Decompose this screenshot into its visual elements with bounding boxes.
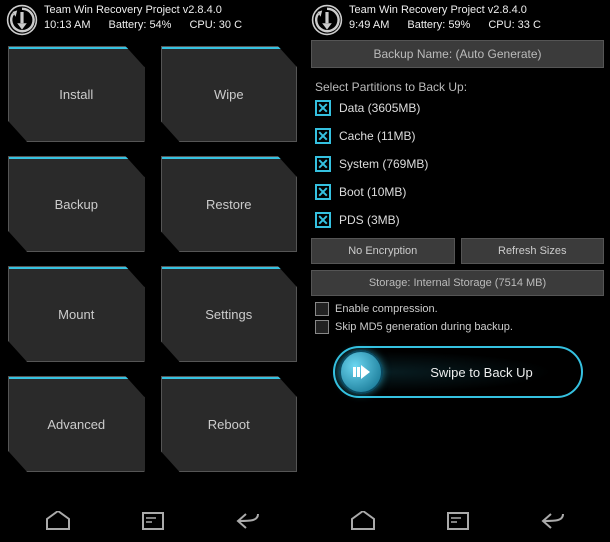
- checkbox-icon: ✕: [315, 212, 331, 228]
- header-info: Team Win Recovery Project v2.8.4.0 10:13…: [44, 4, 299, 31]
- option-label: Enable compression.: [335, 303, 438, 315]
- swipe-handle-icon: [339, 350, 383, 394]
- tile-label: Install: [59, 87, 93, 102]
- header-battery: Battery: 59%: [407, 19, 470, 31]
- checkbox-icon: [315, 320, 329, 334]
- partition-label: Cache (11MB): [339, 129, 415, 143]
- header-title: Team Win Recovery Project v2.8.4.0: [349, 4, 604, 16]
- home-icon[interactable]: [343, 505, 383, 537]
- tile-restore[interactable]: Restore: [161, 156, 298, 252]
- header-time: 10:13 AM: [44, 19, 90, 31]
- partition-label: Boot (10MB): [339, 185, 406, 199]
- partition-checkbox-pds[interactable]: ✕ PDS (3MB): [315, 212, 600, 228]
- options: Enable compression. Skip MD5 generation …: [305, 300, 610, 336]
- tile-settings[interactable]: Settings: [161, 266, 298, 362]
- header-stats: 9:49 AM Battery: 59% CPU: 33 C: [349, 19, 604, 31]
- skip-md5-checkbox[interactable]: Skip MD5 generation during backup.: [315, 320, 600, 334]
- tile-label: Advanced: [47, 417, 105, 432]
- tile-install[interactable]: Install: [8, 46, 145, 142]
- nav-bar: [305, 500, 610, 542]
- enable-compression-checkbox[interactable]: Enable compression.: [315, 302, 600, 316]
- main-menu-grid: Install Wipe Backup Restore Mount Settin…: [0, 36, 305, 500]
- tile-advanced[interactable]: Advanced: [8, 376, 145, 472]
- refresh-sizes-button[interactable]: Refresh Sizes: [461, 238, 605, 264]
- partition-label: System (769MB): [339, 157, 428, 171]
- screen-main-menu: Team Win Recovery Project v2.8.4.0 10:13…: [0, 0, 305, 542]
- partition-checkbox-system[interactable]: ✕ System (769MB): [315, 156, 600, 172]
- swipe-label: Swipe to Back Up: [383, 365, 581, 380]
- header-cpu: CPU: 30 C: [189, 19, 242, 31]
- tile-label: Backup: [55, 197, 98, 212]
- console-icon[interactable]: [438, 505, 478, 537]
- checkbox-icon: [315, 302, 329, 316]
- back-icon[interactable]: [533, 505, 573, 537]
- screen-backup: Team Win Recovery Project v2.8.4.0 9:49 …: [305, 0, 610, 542]
- option-label: Skip MD5 generation during backup.: [335, 321, 513, 333]
- no-encryption-button[interactable]: No Encryption: [311, 238, 455, 264]
- twrp-logo-icon: [6, 4, 38, 36]
- nav-bar: [0, 500, 305, 542]
- tile-label: Reboot: [208, 417, 250, 432]
- button-row: No Encryption Refresh Sizes: [305, 228, 610, 268]
- tile-wipe[interactable]: Wipe: [161, 46, 298, 142]
- select-partitions-label: Select Partitions to Back Up:: [305, 72, 610, 100]
- partition-list: ✕ Data (3605MB) ✕ Cache (11MB) ✕ System …: [305, 100, 610, 228]
- home-icon[interactable]: [38, 505, 78, 537]
- console-icon[interactable]: [133, 505, 173, 537]
- swipe-to-backup-slider[interactable]: Swipe to Back Up: [333, 346, 583, 398]
- tile-label: Mount: [58, 307, 94, 322]
- tile-label: Settings: [205, 307, 252, 322]
- tile-reboot[interactable]: Reboot: [161, 376, 298, 472]
- header-info: Team Win Recovery Project v2.8.4.0 9:49 …: [349, 4, 604, 31]
- header: Team Win Recovery Project v2.8.4.0 10:13…: [0, 0, 305, 36]
- checkbox-icon: ✕: [315, 100, 331, 116]
- header-battery: Battery: 54%: [108, 19, 171, 31]
- partition-checkbox-boot[interactable]: ✕ Boot (10MB): [315, 184, 600, 200]
- partition-checkbox-data[interactable]: ✕ Data (3605MB): [315, 100, 600, 116]
- storage-button[interactable]: Storage: Internal Storage (7514 MB): [311, 270, 604, 296]
- header-stats: 10:13 AM Battery: 54% CPU: 30 C: [44, 19, 299, 31]
- tile-label: Restore: [206, 197, 252, 212]
- tile-label: Wipe: [214, 87, 244, 102]
- header-time: 9:49 AM: [349, 19, 389, 31]
- partition-label: PDS (3MB): [339, 213, 400, 227]
- back-icon[interactable]: [228, 505, 268, 537]
- backup-name-button[interactable]: Backup Name: (Auto Generate): [311, 40, 604, 68]
- checkbox-icon: ✕: [315, 156, 331, 172]
- tile-backup[interactable]: Backup: [8, 156, 145, 252]
- partition-checkbox-cache[interactable]: ✕ Cache (11MB): [315, 128, 600, 144]
- header-cpu: CPU: 33 C: [488, 19, 541, 31]
- tile-mount[interactable]: Mount: [8, 266, 145, 362]
- checkbox-icon: ✕: [315, 128, 331, 144]
- checkbox-icon: ✕: [315, 184, 331, 200]
- partition-label: Data (3605MB): [339, 101, 420, 115]
- twrp-logo-icon: [311, 4, 343, 36]
- header-title: Team Win Recovery Project v2.8.4.0: [44, 4, 299, 16]
- header: Team Win Recovery Project v2.8.4.0 9:49 …: [305, 0, 610, 36]
